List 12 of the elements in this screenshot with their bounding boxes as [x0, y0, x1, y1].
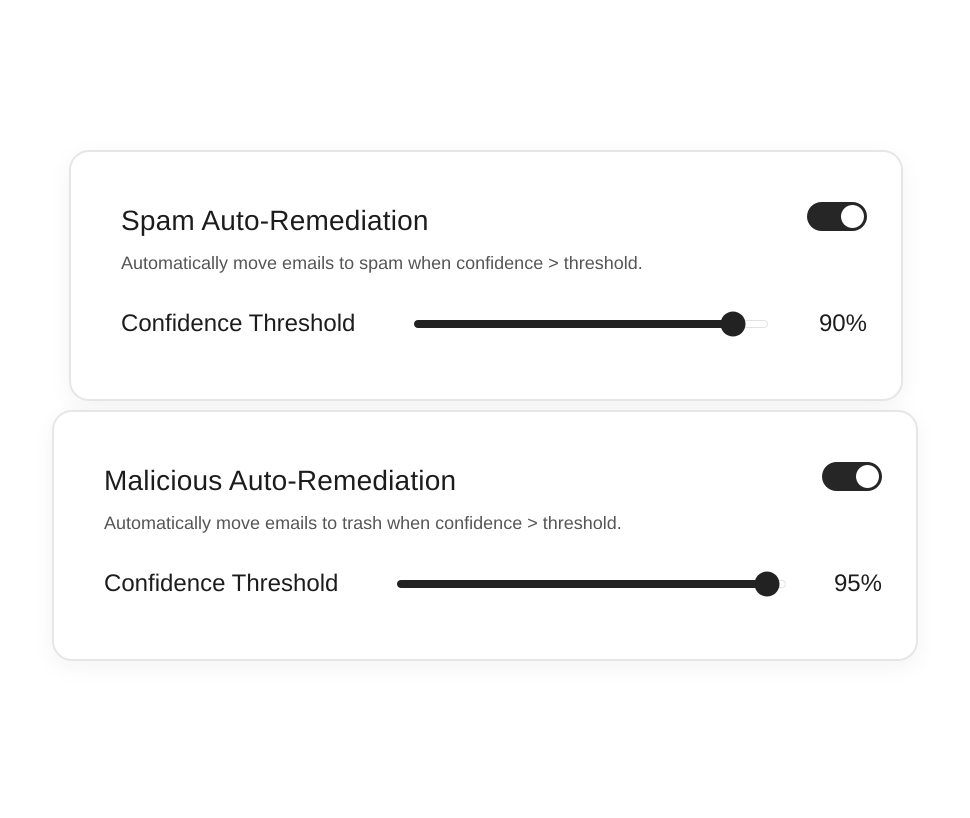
slider-label: Confidence Threshold — [121, 310, 356, 338]
slider-label: Confidence Threshold — [104, 570, 340, 598]
slider-thumb[interactable] — [720, 312, 746, 336]
slider-thumb[interactable] — [754, 572, 780, 596]
toggle-switch[interactable] — [822, 462, 882, 491]
toggle-switch[interactable] — [807, 202, 867, 231]
card-description: Automatically move emails to spam when confidence > threshold. — [121, 253, 644, 274]
slider-value: 95% — [834, 570, 882, 598]
card-description: Automatically move emails to trash when confidence > threshold. — [104, 513, 623, 534]
slider-value: 90% — [818, 310, 867, 338]
card-title: Malicious Auto-Remediation — [104, 465, 456, 497]
card-title: Spam Auto-Remediation — [121, 205, 429, 237]
